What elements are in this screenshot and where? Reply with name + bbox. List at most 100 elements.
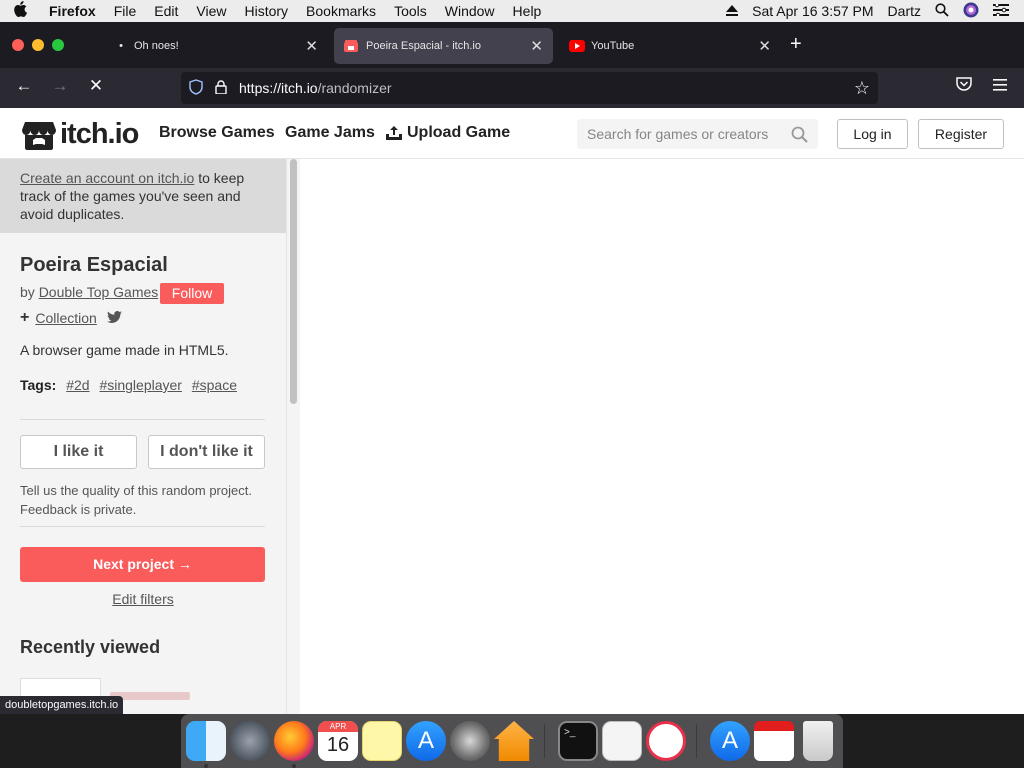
window-close-button[interactable] [12,39,24,51]
running-indicator [292,764,296,768]
eject-icon[interactable] [719,3,745,19]
create-account-link[interactable]: Create an account on itch.io [20,170,194,186]
game-title[interactable]: Poeira Espacial [20,254,168,277]
menu-history[interactable]: History [235,3,297,19]
url-bar[interactable]: https://itch.io/randomizer ☆ [181,72,878,104]
menu-user-name[interactable]: Dartz [881,3,928,19]
news-icon[interactable] [646,721,686,761]
calendar-day: 16 [326,734,350,756]
login-button[interactable]: Log in [837,119,908,149]
recently-viewed-heading: Recently viewed [20,637,161,657]
browser-tab-bar: • Oh noes! ✕ Poeira Espacial - itch.io ✕… [0,22,1024,68]
padlock-icon[interactable] [215,79,227,97]
tag-space[interactable]: #space [192,377,237,393]
itch-header: itch.io Browse Games Game Jams Upload Ga… [0,108,1024,159]
calendar-icon[interactable]: APR 16 [318,721,358,761]
spotlight-search-icon[interactable] [928,2,956,20]
terminal-icon[interactable]: >_ [558,721,598,761]
scrollbar-thumb[interactable] [290,159,297,404]
author-link[interactable]: Double Top Games [39,284,159,300]
tab-title: Oh noes! [134,40,179,52]
by-label: by [20,284,35,300]
app-menu-hamburger-icon[interactable] [988,76,1012,96]
dock-separator [544,724,545,758]
pocket-icon[interactable] [952,76,976,96]
divider [20,526,265,527]
itch-logo-icon [22,121,56,150]
browser-nav-bar: ← → ✕ https://itch.io/randomizer ☆ [0,68,1024,108]
like-button[interactable]: I like it [20,435,137,469]
window-minimize-button[interactable] [32,39,44,51]
tab-poeira-espacial[interactable]: Poeira Espacial - itch.io ✕ [334,28,553,64]
itch-logo[interactable]: itch.io [22,118,139,151]
stop-loading-icon[interactable]: ✕ [84,76,108,96]
url-path: /randomizer [317,80,392,96]
menu-window[interactable]: Window [436,3,504,19]
web-page: itch.io Browse Games Game Jams Upload Ga… [0,108,1024,714]
home-icon[interactable] [494,721,534,761]
tag-2d[interactable]: #2d [66,377,89,393]
feedback-help-text: Tell us the quality of this random proje… [20,483,252,517]
browse-games-link[interactable]: Browse Games [159,124,275,142]
forward-arrow-icon[interactable]: → [48,76,72,96]
notes-icon[interactable] [362,721,402,761]
launchpad-icon[interactable] [230,721,270,761]
edit-filters-label[interactable]: Edit filters [112,591,173,607]
calendar-month: APR [318,721,358,732]
firefox-icon[interactable] [274,721,314,761]
game-jams-link[interactable]: Game Jams [285,124,375,142]
menu-file[interactable]: File [105,3,146,19]
account-notice: Create an account on itch.io to keep tra… [0,159,286,233]
finder-icon[interactable] [186,721,226,761]
menu-clock[interactable]: Sat Apr 16 3:57 PM [745,3,880,19]
tracking-shield-icon[interactable] [189,78,203,98]
menu-bar-status-area: Sat Apr 16 3:57 PM Dartz [719,2,1024,21]
itch-logo-text: itch.io [60,118,139,150]
new-tab-button[interactable]: + [790,33,802,56]
apple-menu-icon[interactable] [0,1,40,21]
dock-separator [696,724,697,758]
app-store-downloads-icon[interactable]: A [710,721,750,761]
upload-icon [386,126,402,140]
search-placeholder: Search for games or creators [587,126,769,142]
menu-edit[interactable]: Edit [145,3,187,19]
register-button[interactable]: Register [918,119,1004,149]
system-preferences-icon[interactable] [450,721,490,761]
control-center-icon[interactable] [986,2,1016,19]
menu-help[interactable]: Help [504,3,551,19]
tab-close-icon[interactable]: ✕ [530,37,543,55]
search-icon[interactable] [791,126,808,146]
app-store-icon[interactable]: A [406,721,446,761]
sidebar-scrollbar[interactable] [286,159,300,714]
trash-icon[interactable] [803,721,833,761]
add-to-collection-link[interactable]: Collection [35,310,96,326]
tab-oh-noes[interactable]: • Oh noes! ✕ [106,28,328,64]
randomizer-sidebar: Create an account on itch.io to keep tra… [0,159,286,714]
tab-close-icon[interactable]: ✕ [305,37,318,55]
tab-youtube[interactable]: YouTube ✕ [559,28,781,64]
twitter-icon[interactable] [106,310,122,326]
menu-app-name[interactable]: Firefox [40,3,105,19]
upload-game-link[interactable]: Upload Game [386,124,510,142]
plus-icon[interactable]: + [20,309,29,327]
menu-tools[interactable]: Tools [385,3,436,19]
macos-dock: APR 16 A >_ A [181,714,843,768]
textedit-icon[interactable] [602,721,642,761]
tab-close-icon[interactable]: ✕ [758,37,771,55]
back-arrow-icon[interactable]: ← [12,76,36,96]
window-zoom-button[interactable] [52,39,64,51]
search-input[interactable]: Search for games or creators [577,119,818,149]
follow-button[interactable]: Follow [160,283,224,304]
youtube-favicon-icon [569,40,585,52]
tags-label: Tags: [20,377,57,393]
menu-bookmarks[interactable]: Bookmarks [297,3,385,19]
dislike-button[interactable]: I don't like it [148,435,265,469]
menu-view[interactable]: View [187,3,235,19]
next-project-button[interactable]: Next project → [20,547,265,582]
tab-dot-icon: • [119,40,123,52]
siri-icon[interactable] [956,2,986,21]
mounted-disk-icon[interactable] [754,721,794,761]
tag-singleplayer[interactable]: #singleplayer [99,377,182,393]
bookmark-star-icon[interactable]: ☆ [854,78,870,99]
game-frame-area[interactable] [300,159,1024,714]
